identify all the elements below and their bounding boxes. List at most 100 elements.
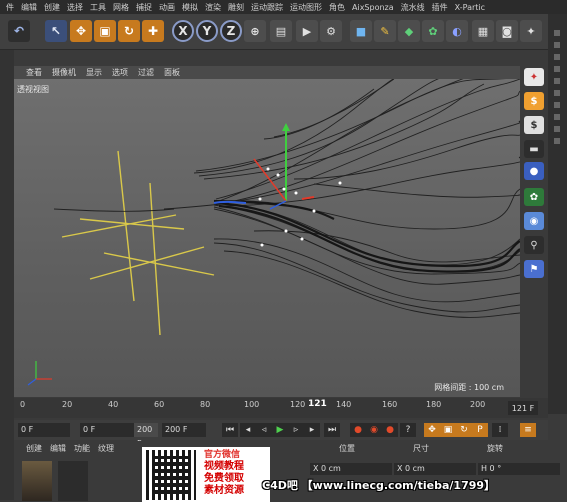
promo-line: 视频教程 — [204, 461, 244, 472]
deformer-icon[interactable]: ◐ — [446, 20, 468, 42]
panel-tabs — [554, 24, 562, 344]
sphere-tag-icon[interactable]: ● — [524, 162, 544, 180]
selected-guide-blue — [213, 200, 247, 204]
move-tool-icon[interactable]: ✥ — [70, 20, 92, 42]
go-to-end-icon[interactable]: ⏭ — [324, 423, 340, 437]
preview-max-field[interactable]: 200 F — [134, 423, 158, 448]
promo-overlay: 官方微信 视频教程 免费领取 素材资源 — [142, 447, 270, 502]
menu-item[interactable]: 网格 — [113, 2, 129, 13]
point-level-icon[interactable]: ⁞ — [492, 423, 508, 437]
menu-item[interactable]: 角色 — [329, 2, 345, 13]
x-axis-lock-button[interactable]: X — [172, 20, 194, 42]
undo-icon[interactable]: ↶ — [8, 20, 30, 42]
size-x-field[interactable]: X 0 cm — [394, 463, 476, 475]
main-toolbar: ↶ ↖ ✥ ▣ ↻ ✚ X Y Z ⊕ ▤ ▶ ⚙ ■ ✎ ◆ ✿ ◐ ▦ ◙ … — [0, 14, 567, 50]
camera-icon[interactable]: ◙ — [496, 20, 518, 42]
layer-tag-icon[interactable]: ▬ — [524, 140, 544, 158]
menu-item[interactable]: 模拟 — [182, 2, 198, 13]
menu-item[interactable]: 运动图形 — [290, 2, 322, 13]
menu-item[interactable]: 渲染 — [205, 2, 221, 13]
material-menu-item[interactable]: 编辑 — [50, 443, 66, 455]
playback-help-icon[interactable]: ? — [400, 423, 416, 437]
menu-item[interactable]: 选择 — [67, 2, 83, 13]
rotation-h-field[interactable]: H 0 ° — [478, 463, 560, 475]
xpresso-icon[interactable]: ✦ — [524, 68, 544, 86]
material-menu-item[interactable]: 功能 — [74, 443, 90, 455]
menu-item[interactable]: 运动跟踪 — [251, 2, 283, 13]
subdivision-icon[interactable]: ◆ — [398, 20, 420, 42]
viewport-menu-item[interactable]: 面板 — [164, 67, 180, 78]
timeline-menu-icon[interactable]: ≡ — [520, 423, 536, 437]
viewport-menu-item[interactable]: 查看 — [26, 67, 42, 78]
material-menu-item[interactable]: 纹理 — [98, 443, 114, 455]
menu-item[interactable]: 插件 — [432, 2, 448, 13]
previous-key-icon[interactable]: ◂ — [240, 423, 256, 437]
key-rotation-icon[interactable]: ↻ — [456, 423, 472, 437]
current-frame-field[interactable]: 121 F — [508, 401, 538, 415]
material-thumbnail[interactable] — [22, 461, 52, 501]
scale-tool-icon[interactable]: ▣ — [94, 20, 116, 42]
light-icon[interactable]: ✦ — [520, 20, 542, 42]
y-axis-lock-button[interactable]: Y — [196, 20, 218, 42]
menu-item[interactable]: 雕刻 — [228, 2, 244, 13]
right-object-palette: ✦ $ $ ▬ ● ✿ ◉ ⚲ ⚑ — [520, 50, 548, 400]
render-tag-icon[interactable]: $ — [524, 92, 544, 110]
viewport-menu-item[interactable]: 显示 — [86, 67, 102, 78]
rotation-header: 旋转 — [487, 444, 503, 453]
timeline-tick: 200 — [470, 400, 486, 409]
menu-item[interactable]: AixSponza — [352, 3, 394, 12]
key-param-icon[interactable]: P — [472, 423, 488, 437]
menu-item[interactable]: 创建 — [44, 2, 60, 13]
position-x-field[interactable]: X 0 cm — [310, 463, 392, 475]
menu-item[interactable]: 捕捉 — [136, 2, 152, 13]
perspective-viewport[interactable]: 透视视图 网格间距 : 100 cm — [14, 79, 520, 397]
display-tag-icon[interactable]: $ — [524, 116, 544, 134]
viewport-menu-item[interactable]: 摄像机 — [52, 67, 76, 78]
key-scale-icon[interactable]: ▣ — [440, 423, 456, 437]
key-position-icon[interactable]: ✥ — [424, 423, 440, 437]
autokey-icon[interactable]: ◉ — [366, 423, 382, 437]
environment-icon[interactable]: ▦ — [472, 20, 494, 42]
dynamics-tag-icon[interactable]: ◉ — [524, 212, 544, 230]
menu-item[interactable]: X-Partic — [455, 3, 485, 12]
play-icon[interactable]: ▶ — [272, 423, 288, 437]
previous-frame-icon[interactable]: ◃ — [256, 423, 272, 437]
viewport-name-label: 透视视图 — [17, 85, 49, 94]
go-to-start-icon[interactable]: ⏮ — [222, 423, 238, 437]
live-select-icon[interactable]: ↖ — [45, 20, 67, 42]
end-frame-field[interactable]: 200 F — [162, 423, 206, 437]
coordinates-header: 位置 尺寸 旋转 — [310, 443, 532, 454]
qr-code-image — [146, 450, 196, 500]
viewport-menu-item[interactable]: 选项 — [112, 67, 128, 78]
recent-tool-icon[interactable]: ✚ — [142, 20, 164, 42]
hair-tag-icon[interactable]: ✿ — [524, 188, 544, 206]
coordinate-system-icon[interactable]: ⊕ — [244, 20, 266, 42]
next-frame-icon[interactable]: ▹ — [288, 423, 304, 437]
menu-item[interactable]: 工具 — [90, 2, 106, 13]
timeline-ruler[interactable]: 0 20 40 60 80 100 120 140 160 180 200 12… — [14, 398, 548, 418]
material-thumbnail[interactable] — [58, 461, 88, 501]
pen-spline-icon[interactable]: ✎ — [374, 20, 396, 42]
current-frame-label[interactable]: 121 — [308, 399, 327, 409]
material-menu-item[interactable]: 创建 — [26, 443, 42, 455]
next-key-icon[interactable]: ▸ — [304, 423, 320, 437]
key-selection-icon[interactable]: ● — [382, 423, 398, 437]
render-view-icon[interactable]: ▤ — [270, 20, 292, 42]
python-tag-icon[interactable]: ⚑ — [524, 260, 544, 278]
start-frame-field[interactable]: 0 F — [18, 423, 70, 437]
menu-item[interactable]: 编辑 — [21, 2, 37, 13]
cube-icon[interactable]: ■ — [350, 20, 372, 42]
z-axis-label: Z — [226, 24, 236, 38]
rotate-tool-icon[interactable]: ↻ — [118, 20, 140, 42]
render-picture-viewer-icon[interactable]: ▶ — [296, 20, 318, 42]
record-icon[interactable]: ● — [350, 423, 366, 437]
attribute-manager-edge — [548, 14, 567, 414]
menu-item[interactable]: 件 — [6, 2, 14, 13]
z-axis-lock-button[interactable]: Z — [220, 20, 242, 42]
menu-item[interactable]: 动画 — [159, 2, 175, 13]
viewport-menu-item[interactable]: 过滤 — [138, 67, 154, 78]
array-icon[interactable]: ✿ — [422, 20, 444, 42]
menu-item[interactable]: 流水线 — [401, 2, 425, 13]
render-settings-icon[interactable]: ⚙ — [320, 20, 342, 42]
constraint-tag-icon[interactable]: ⚲ — [524, 236, 544, 254]
